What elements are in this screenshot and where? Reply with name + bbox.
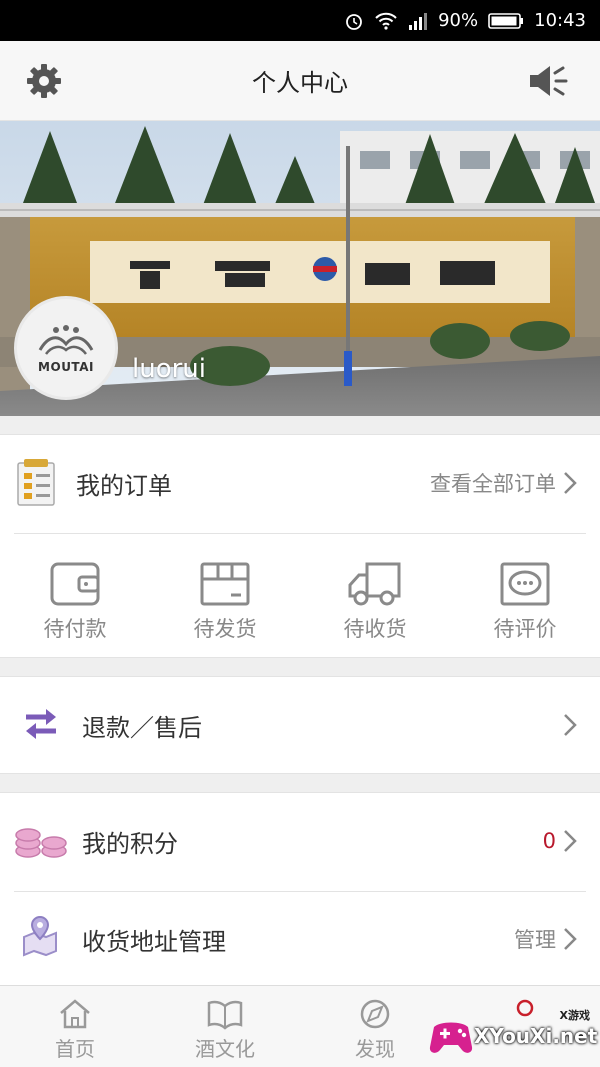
refund-label: 退款／售后 <box>82 713 202 742</box>
refund-row[interactable]: 退款／售后 <box>0 677 600 773</box>
my-orders-label: 我的订单 <box>76 471 172 500</box>
speaker-icon <box>530 66 568 96</box>
gear-icon <box>27 64 61 98</box>
package-icon <box>200 562 250 606</box>
order-status-label: 待发货 <box>193 617 257 641</box>
order-list-icon <box>17 459 55 506</box>
home-icon <box>60 999 90 1029</box>
avatar-brand-label: MOUTAI <box>38 360 94 374</box>
page-title: 个人中心 <box>252 69 348 97</box>
settings-button[interactable] <box>22 59 66 103</box>
my-orders-row[interactable]: 我的订单 查看全部订单 <box>0 435 600 531</box>
points-value: 0 <box>542 829 556 853</box>
coins-icon <box>15 828 67 858</box>
order-status-pending-receipt[interactable]: 待收货 <box>300 551 450 659</box>
chevron-right-icon <box>562 827 580 855</box>
moutai-logo-icon <box>38 325 94 355</box>
tab-label: 发现 <box>355 1037 395 1061</box>
account-card: 我的积分 0 收货地址管理 管理 <box>0 792 600 988</box>
address-row[interactable]: 收货地址管理 管理 <box>0 891 600 987</box>
username: luorui <box>132 354 207 384</box>
alarm-icon <box>344 11 364 31</box>
view-all-orders[interactable]: 查看全部订单 <box>430 468 580 498</box>
book-icon <box>207 1000 243 1030</box>
wallet-icon <box>50 562 100 606</box>
refund-card: 退款／售后 <box>0 676 600 774</box>
profile-banner: MOUTAI luorui <box>0 121 600 416</box>
gamepad-logo-icon <box>429 1022 473 1053</box>
watermark-text: XYouXi.net <box>474 1024 598 1048</box>
watermark-small-text: X游戏 <box>559 1009 590 1022</box>
signal-icon <box>408 11 428 31</box>
order-status-pending-payment[interactable]: 待付款 <box>0 551 150 659</box>
order-status-row: 待付款 待发货 待收货 待评价 <box>0 551 600 659</box>
refund-chevron <box>562 711 580 739</box>
battery-percent: 90% <box>438 10 479 31</box>
order-status-label: 待收货 <box>343 617 407 641</box>
clock-time: 10:43 <box>534 10 586 31</box>
orders-card: 我的订单 查看全部订单 待付款 待发货 待收货 待评价 <box>0 434 600 658</box>
status-bar: 90% 10:43 <box>0 0 600 41</box>
points-label: 我的积分 <box>82 829 178 858</box>
order-status-pending-shipment[interactable]: 待发货 <box>150 551 300 659</box>
order-status-pending-review[interactable]: 待评价 <box>450 551 600 659</box>
compass-icon <box>360 999 390 1029</box>
chevron-right-icon <box>562 469 580 497</box>
battery-icon <box>488 12 524 30</box>
address-label: 收货地址管理 <box>82 927 226 956</box>
order-status-label: 待评价 <box>493 617 557 641</box>
messages-button[interactable] <box>526 59 570 103</box>
exchange-arrows-icon <box>26 709 56 739</box>
order-status-label: 待付款 <box>43 617 107 641</box>
points-value-group: 0 <box>543 827 580 855</box>
tab-wine-culture[interactable]: 酒文化 <box>150 986 300 1067</box>
tab-label: 首页 <box>55 1037 95 1061</box>
chevron-right-icon <box>562 925 580 953</box>
avatar[interactable]: MOUTAI <box>14 296 118 400</box>
view-all-orders-label: 查看全部订单 <box>430 472 556 496</box>
points-row[interactable]: 我的积分 0 <box>0 793 600 889</box>
wifi-icon <box>374 11 398 31</box>
site-watermark: XYouXi.net X游戏 <box>428 1005 600 1067</box>
address-manage[interactable]: 管理 <box>514 924 580 954</box>
chevron-right-icon <box>562 711 580 739</box>
comment-icon <box>500 562 550 606</box>
tab-home[interactable]: 首页 <box>0 986 150 1067</box>
tab-label: 酒文化 <box>195 1037 255 1061</box>
app-header: 个人中心 <box>0 41 600 121</box>
map-pin-icon <box>23 915 57 957</box>
truck-icon <box>348 562 401 606</box>
address-manage-label: 管理 <box>514 928 556 952</box>
divider <box>14 533 586 534</box>
